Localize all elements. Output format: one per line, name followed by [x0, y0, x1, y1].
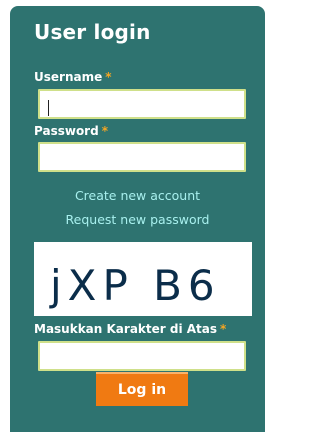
password-input[interactable]: [38, 142, 246, 172]
captcha-label-text: Masukkan Karakter di Atas: [34, 322, 218, 336]
captcha-input[interactable]: [38, 341, 246, 371]
user-login-block: User login Username * Password * Create ne…: [10, 6, 265, 432]
username-label-text: Username: [34, 70, 103, 84]
captcha-image: jXP B6: [34, 242, 252, 316]
captcha-characters: jXP B6: [49, 261, 221, 310]
login-button[interactable]: Log in: [96, 372, 188, 406]
captcha-label: Masukkan Karakter di Atas *: [34, 322, 226, 336]
captcha-graphic: jXP B6: [34, 242, 252, 316]
text-cursor: [48, 100, 49, 116]
username-required-mark: *: [105, 70, 112, 84]
password-label-text: Password: [34, 124, 99, 138]
password-label: Password *: [34, 124, 108, 138]
create-account-link[interactable]: Create new account: [10, 188, 265, 203]
username-label: Username *: [34, 70, 112, 84]
captcha-required-mark: *: [220, 322, 227, 336]
block-title: User login: [34, 20, 151, 44]
username-input[interactable]: [38, 89, 246, 119]
password-required-mark: *: [101, 124, 108, 138]
request-password-link[interactable]: Request new password: [10, 212, 265, 227]
